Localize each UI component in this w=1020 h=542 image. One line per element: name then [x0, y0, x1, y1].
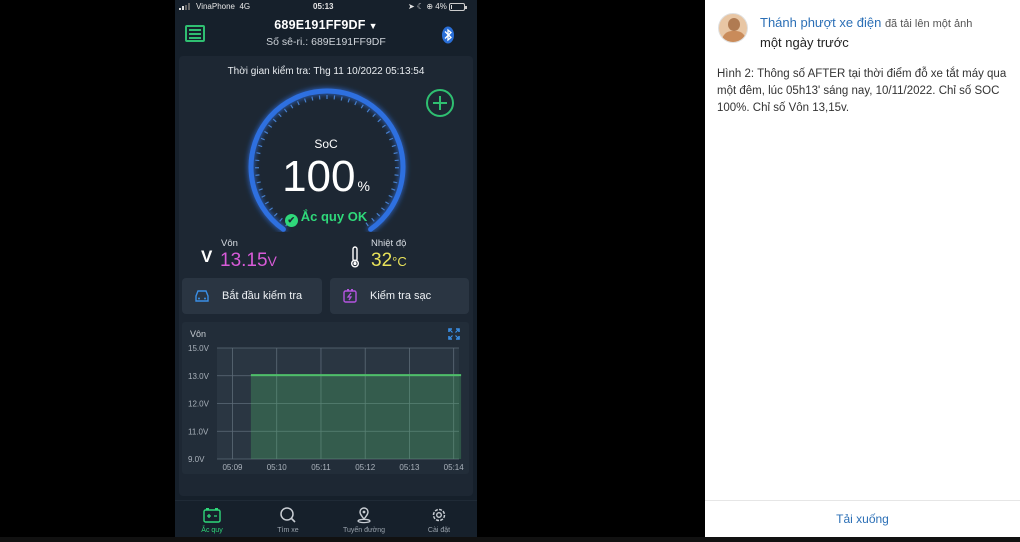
- route-pin-icon: [357, 507, 371, 524]
- gauge-tick: [347, 98, 350, 103]
- tab-find-car-label: Tìm xe: [277, 527, 299, 534]
- gear-icon: [432, 508, 446, 522]
- gauge-tick: [290, 104, 294, 109]
- bottom-strip: [0, 537, 1020, 542]
- y-tick-label: 12.0V: [188, 400, 210, 409]
- y-tick-label: 9.0V: [188, 455, 205, 464]
- x-tick-label: 05:13: [399, 463, 420, 472]
- gauge-tick: [283, 108, 288, 113]
- tab-find-car[interactable]: Tìm xe: [258, 501, 318, 537]
- gauge-tick: [296, 101, 300, 106]
- start-test-label: Bắt đầu kiểm tra: [222, 290, 303, 302]
- x-tick-label: 05:10: [267, 463, 288, 472]
- status-icons: ➤ ☾ ⊕ 4%: [408, 2, 447, 11]
- search-icon: [280, 507, 296, 523]
- author-name-link[interactable]: Thánh phượt xe điện: [760, 15, 881, 30]
- tab-battery-label: Ắc quy: [201, 527, 223, 534]
- status-time: 05:13: [313, 2, 334, 11]
- start-test-button[interactable]: Bắt đầu kiểm tra: [182, 278, 322, 314]
- x-tick-label: 05:09: [222, 463, 243, 472]
- voltage-chart: Vôn 15.0V 13.0V 12.0V 11.0V 9.0V 05:09 05:10 05:…: [188, 329, 465, 472]
- y-axis-label: Vôn: [190, 329, 206, 339]
- post-panel: Thánh phượt xe điện đã tải lên một ảnh m…: [705, 0, 1020, 537]
- voltage-label: Vôn: [221, 238, 238, 249]
- carrier-label: VinaPhone 4G: [196, 2, 251, 11]
- charging-battery-icon: [343, 289, 357, 303]
- gauge-tick: [366, 108, 371, 113]
- signal-icon: [179, 3, 190, 10]
- panel-footer: Tải xuống: [705, 500, 1020, 537]
- avatar-body: [722, 31, 746, 42]
- tab-route[interactable]: Tuyến đường: [334, 501, 394, 537]
- soc-label: SoC: [314, 137, 338, 151]
- post-caption: Hình 2: Thông số AFTER tại thời điểm đỗ …: [717, 68, 1007, 114]
- tab-settings-label: Cài đặt: [427, 527, 451, 534]
- thermometer-icon: [351, 246, 359, 268]
- chevron-down-icon: ▼: [368, 21, 378, 31]
- battery-status: ✔ Ắc quy OK: [175, 209, 477, 227]
- gauge-tick: [311, 96, 314, 101]
- temperature-value: 32°C: [371, 250, 407, 271]
- avatar-head: [728, 18, 740, 31]
- battery-icon: [203, 508, 221, 523]
- gauge-tick: [304, 98, 307, 103]
- phone-screenshot: VinaPhone 4G 05:13 ➤ ☾ ⊕ 4% 689E191FF9DF…: [175, 0, 477, 537]
- bottom-tab-bar: Ắc quy Tìm xe Tuyến đường Cài đặt: [175, 500, 477, 537]
- temperature-label: Nhiệt độ: [371, 238, 407, 249]
- expand-icon[interactable]: [448, 328, 460, 340]
- status-bar: VinaPhone 4G 05:13 ➤ ☾ ⊕ 4%: [175, 0, 477, 14]
- add-icon[interactable]: [426, 89, 454, 117]
- tab-settings[interactable]: Cài đặt: [409, 501, 469, 537]
- gauge-tick: [340, 96, 343, 101]
- y-tick-label: 15.0V: [188, 344, 210, 353]
- device-selector[interactable]: 689E191FF9DF ▼: [175, 18, 477, 32]
- top-bar: 689E191FF9DF ▼ Số sê-ri.: 689E191FF9DF: [175, 14, 477, 54]
- y-tick-label: 11.0V: [188, 427, 209, 436]
- gauge-tick: [360, 104, 364, 109]
- voltage-value: 13.15V: [220, 250, 277, 271]
- series-area: [250, 375, 462, 459]
- voltage-icon: V: [201, 247, 213, 266]
- check-time: Thời gian kiểm tra: Thg 11 10/2022 05:13…: [227, 66, 425, 77]
- soc-value: 100%: [282, 152, 370, 201]
- gauge-tick: [372, 113, 376, 118]
- y-tick-label: 13.0V: [188, 372, 210, 381]
- post-author-line: Thánh phượt xe điện đã tải lên một ảnh: [760, 15, 1015, 32]
- tab-battery[interactable]: Ắc quy: [182, 501, 242, 537]
- car-icon: [195, 290, 209, 302]
- x-tick-label: 05:11: [311, 463, 331, 472]
- post-time: một ngày trước: [760, 35, 849, 50]
- bluetooth-icon[interactable]: [441, 26, 455, 44]
- charge-test-button[interactable]: Kiểm tra sạc: [330, 278, 469, 314]
- gauge-tick: [264, 130, 269, 134]
- voltage-chart-panel: Vôn 15.0V 13.0V 12.0V 11.0V 9.0V 05:09 05:10 05:…: [182, 322, 469, 474]
- avatar[interactable]: [718, 13, 748, 43]
- gauge-tick: [272, 118, 277, 123]
- battery-fill: [451, 5, 452, 9]
- battery-icon: [449, 3, 467, 11]
- x-tick-label: 05:14: [444, 463, 465, 472]
- gauge-tick: [354, 101, 358, 106]
- gauge-tick: [377, 118, 382, 123]
- tab-route-label: Tuyến đường: [342, 527, 386, 534]
- gauge-tick: [268, 124, 273, 128]
- gauge-tick: [385, 130, 390, 134]
- post-action: đã tải lên một ảnh: [884, 18, 973, 30]
- check-circle-icon: ✔: [284, 214, 298, 227]
- download-link[interactable]: Tải xuống: [705, 512, 1020, 526]
- x-tick-label: 05:12: [355, 463, 376, 472]
- charge-test-label: Kiểm tra sạc: [370, 290, 432, 302]
- gauge-tick: [278, 113, 282, 118]
- serial-number: Số sê-ri.: 689E191FF9DF: [266, 36, 386, 48]
- gauge-tick: [381, 124, 386, 128]
